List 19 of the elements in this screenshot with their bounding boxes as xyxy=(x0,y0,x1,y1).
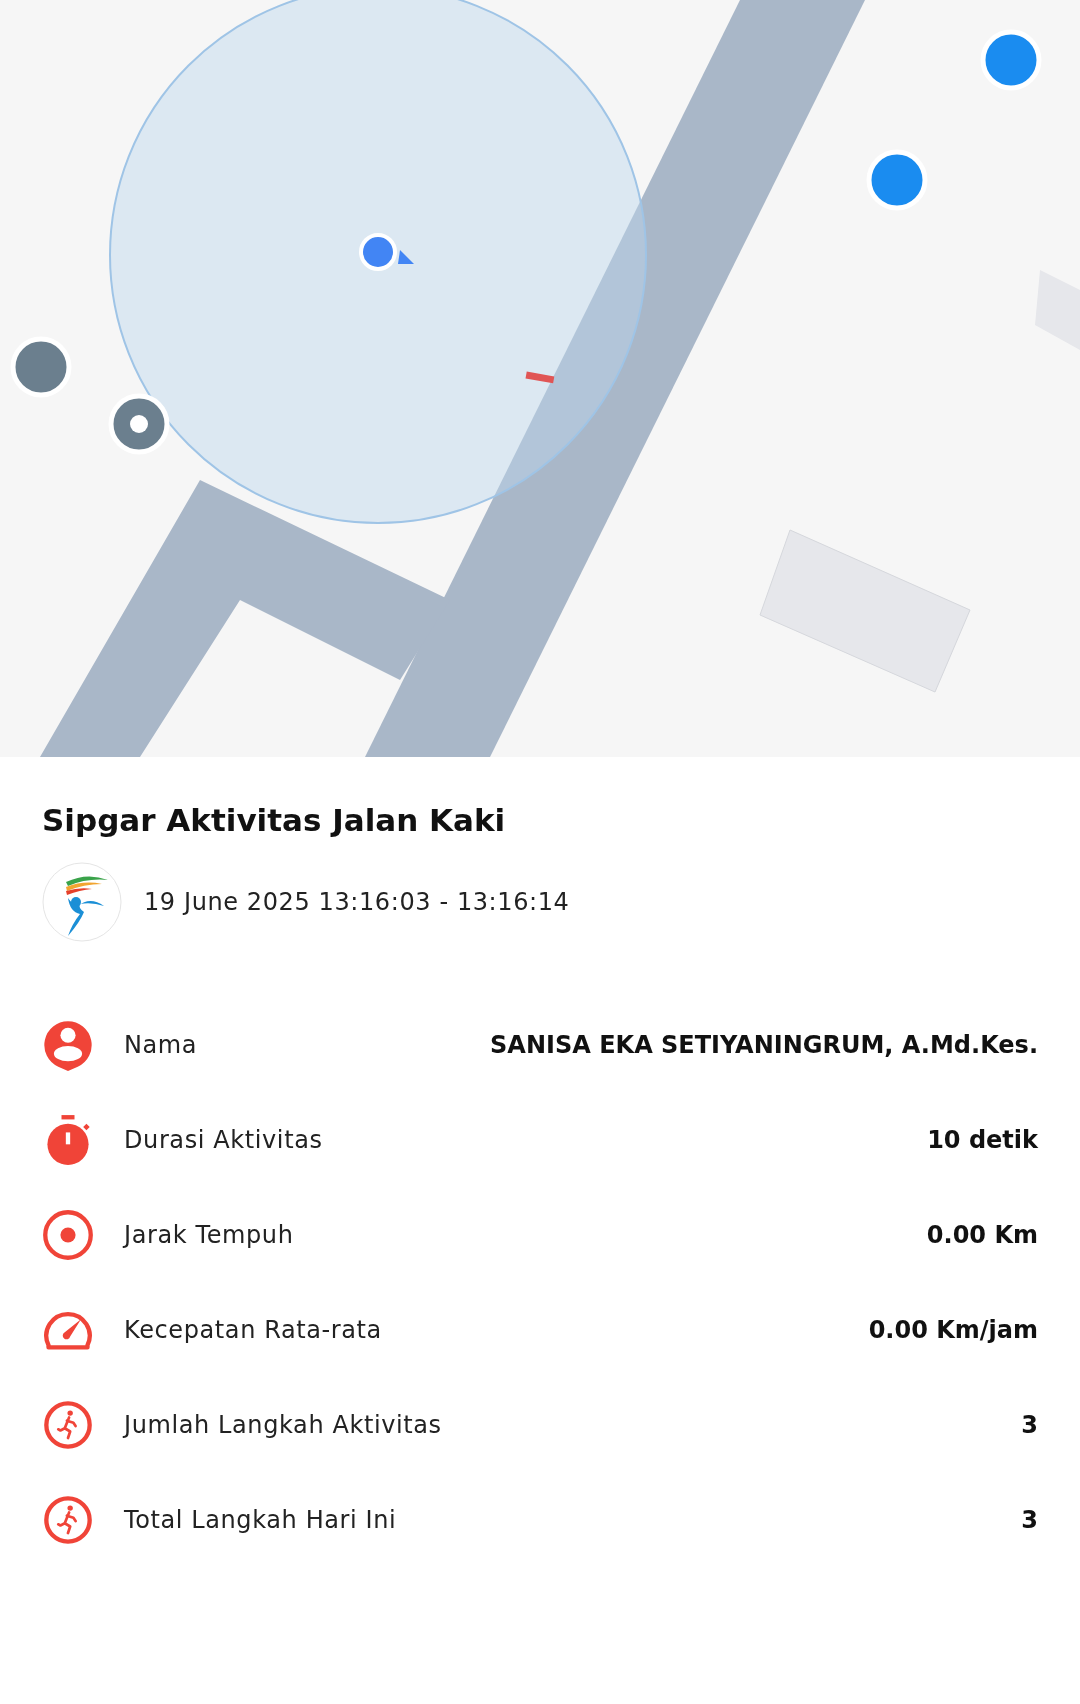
stat-label: Kecepatan Rata-rata xyxy=(124,1315,382,1347)
stat-value: 3 xyxy=(1021,1410,1038,1442)
stat-label: Jarak Tempuh xyxy=(124,1220,294,1252)
target-icon xyxy=(42,1209,94,1262)
logo-icon xyxy=(42,861,122,942)
stat-label: Total Langkah Hari Ini xyxy=(124,1505,397,1537)
stat-value: 0.00 Km xyxy=(926,1220,1038,1252)
session-datetime: 19 June 2025 13:16:03 - 13:16:14 xyxy=(144,886,570,918)
stat-value: 10 detik xyxy=(927,1125,1038,1157)
stat-label: Durasi Aktivitas xyxy=(124,1125,323,1157)
stat-value: SANISA EKA SETIYANINGRUM, A.Md.Kes. xyxy=(490,1030,1038,1062)
stat-label: Jumlah Langkah Aktivitas xyxy=(124,1410,442,1442)
person-icon xyxy=(42,1019,94,1072)
runner-icon xyxy=(42,1399,94,1452)
stat-value: 0.00 Km/jam xyxy=(868,1315,1038,1347)
stat-value: 3 xyxy=(1021,1505,1038,1537)
stat-label: Nama xyxy=(124,1030,198,1062)
runner-icon xyxy=(42,1494,94,1547)
activity-title: Sipgar Aktivitas Jalan Kaki xyxy=(42,801,507,840)
